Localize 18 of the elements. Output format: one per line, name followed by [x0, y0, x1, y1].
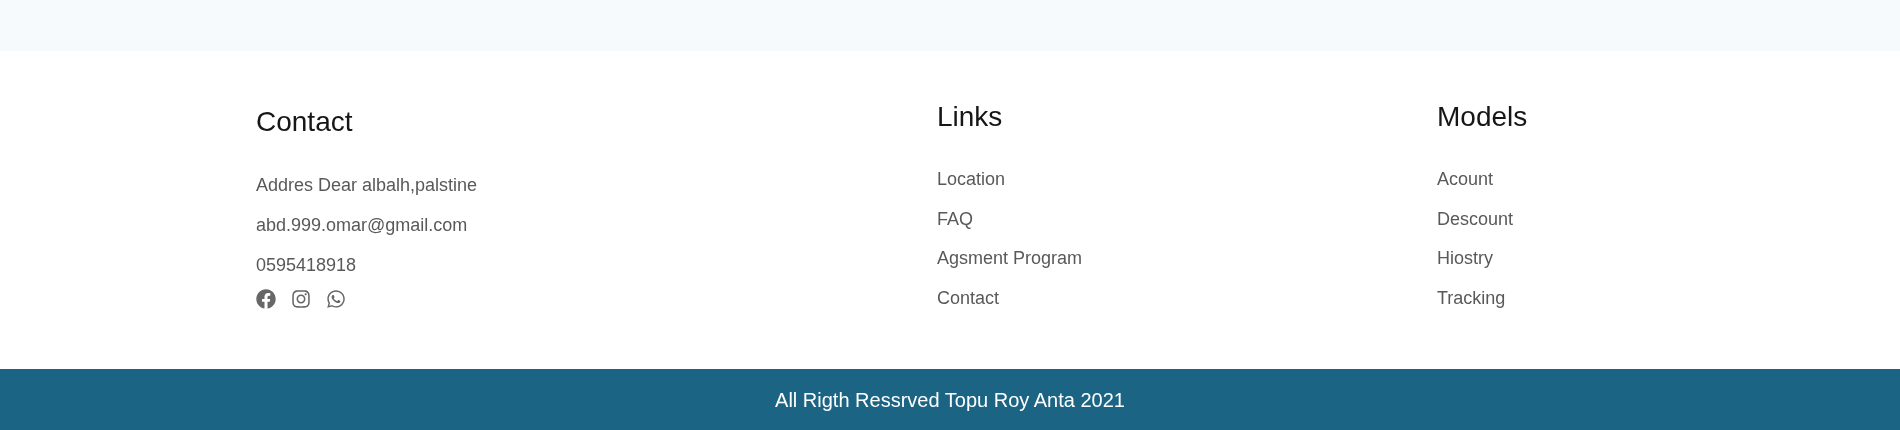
footer-link[interactable]: Descount: [1437, 199, 1514, 239]
instagram-icon[interactable]: [291, 289, 311, 309]
footer-link[interactable]: Agsment Program: [937, 239, 1083, 279]
column-heading: Contact: [256, 105, 353, 139]
column-heading: Models: [1437, 100, 1528, 134]
contact-detail: 0595418918: [256, 254, 357, 277]
copyright-text: All Rigth Ressrved Topu Roy Anta 2021: [775, 387, 1125, 413]
footer-link[interactable]: Hiostry: [1437, 239, 1493, 279]
footer-link[interactable]: Contact: [937, 278, 1000, 318]
facebook-icon[interactable]: [256, 289, 276, 309]
footer-link[interactable]: FAQ: [937, 199, 973, 239]
whatsapp-icon[interactable]: [326, 289, 346, 309]
contact-detail: Addres Dear albalh,palstine: [256, 174, 478, 197]
footer-link[interactable]: Tracking: [1437, 278, 1506, 318]
column-heading: Links: [937, 100, 1003, 134]
footer-link[interactable]: Location: [937, 160, 1006, 200]
footer-link[interactable]: Acount: [1437, 160, 1494, 200]
contact-detail: abd.999.omar@gmail.com: [256, 214, 468, 237]
